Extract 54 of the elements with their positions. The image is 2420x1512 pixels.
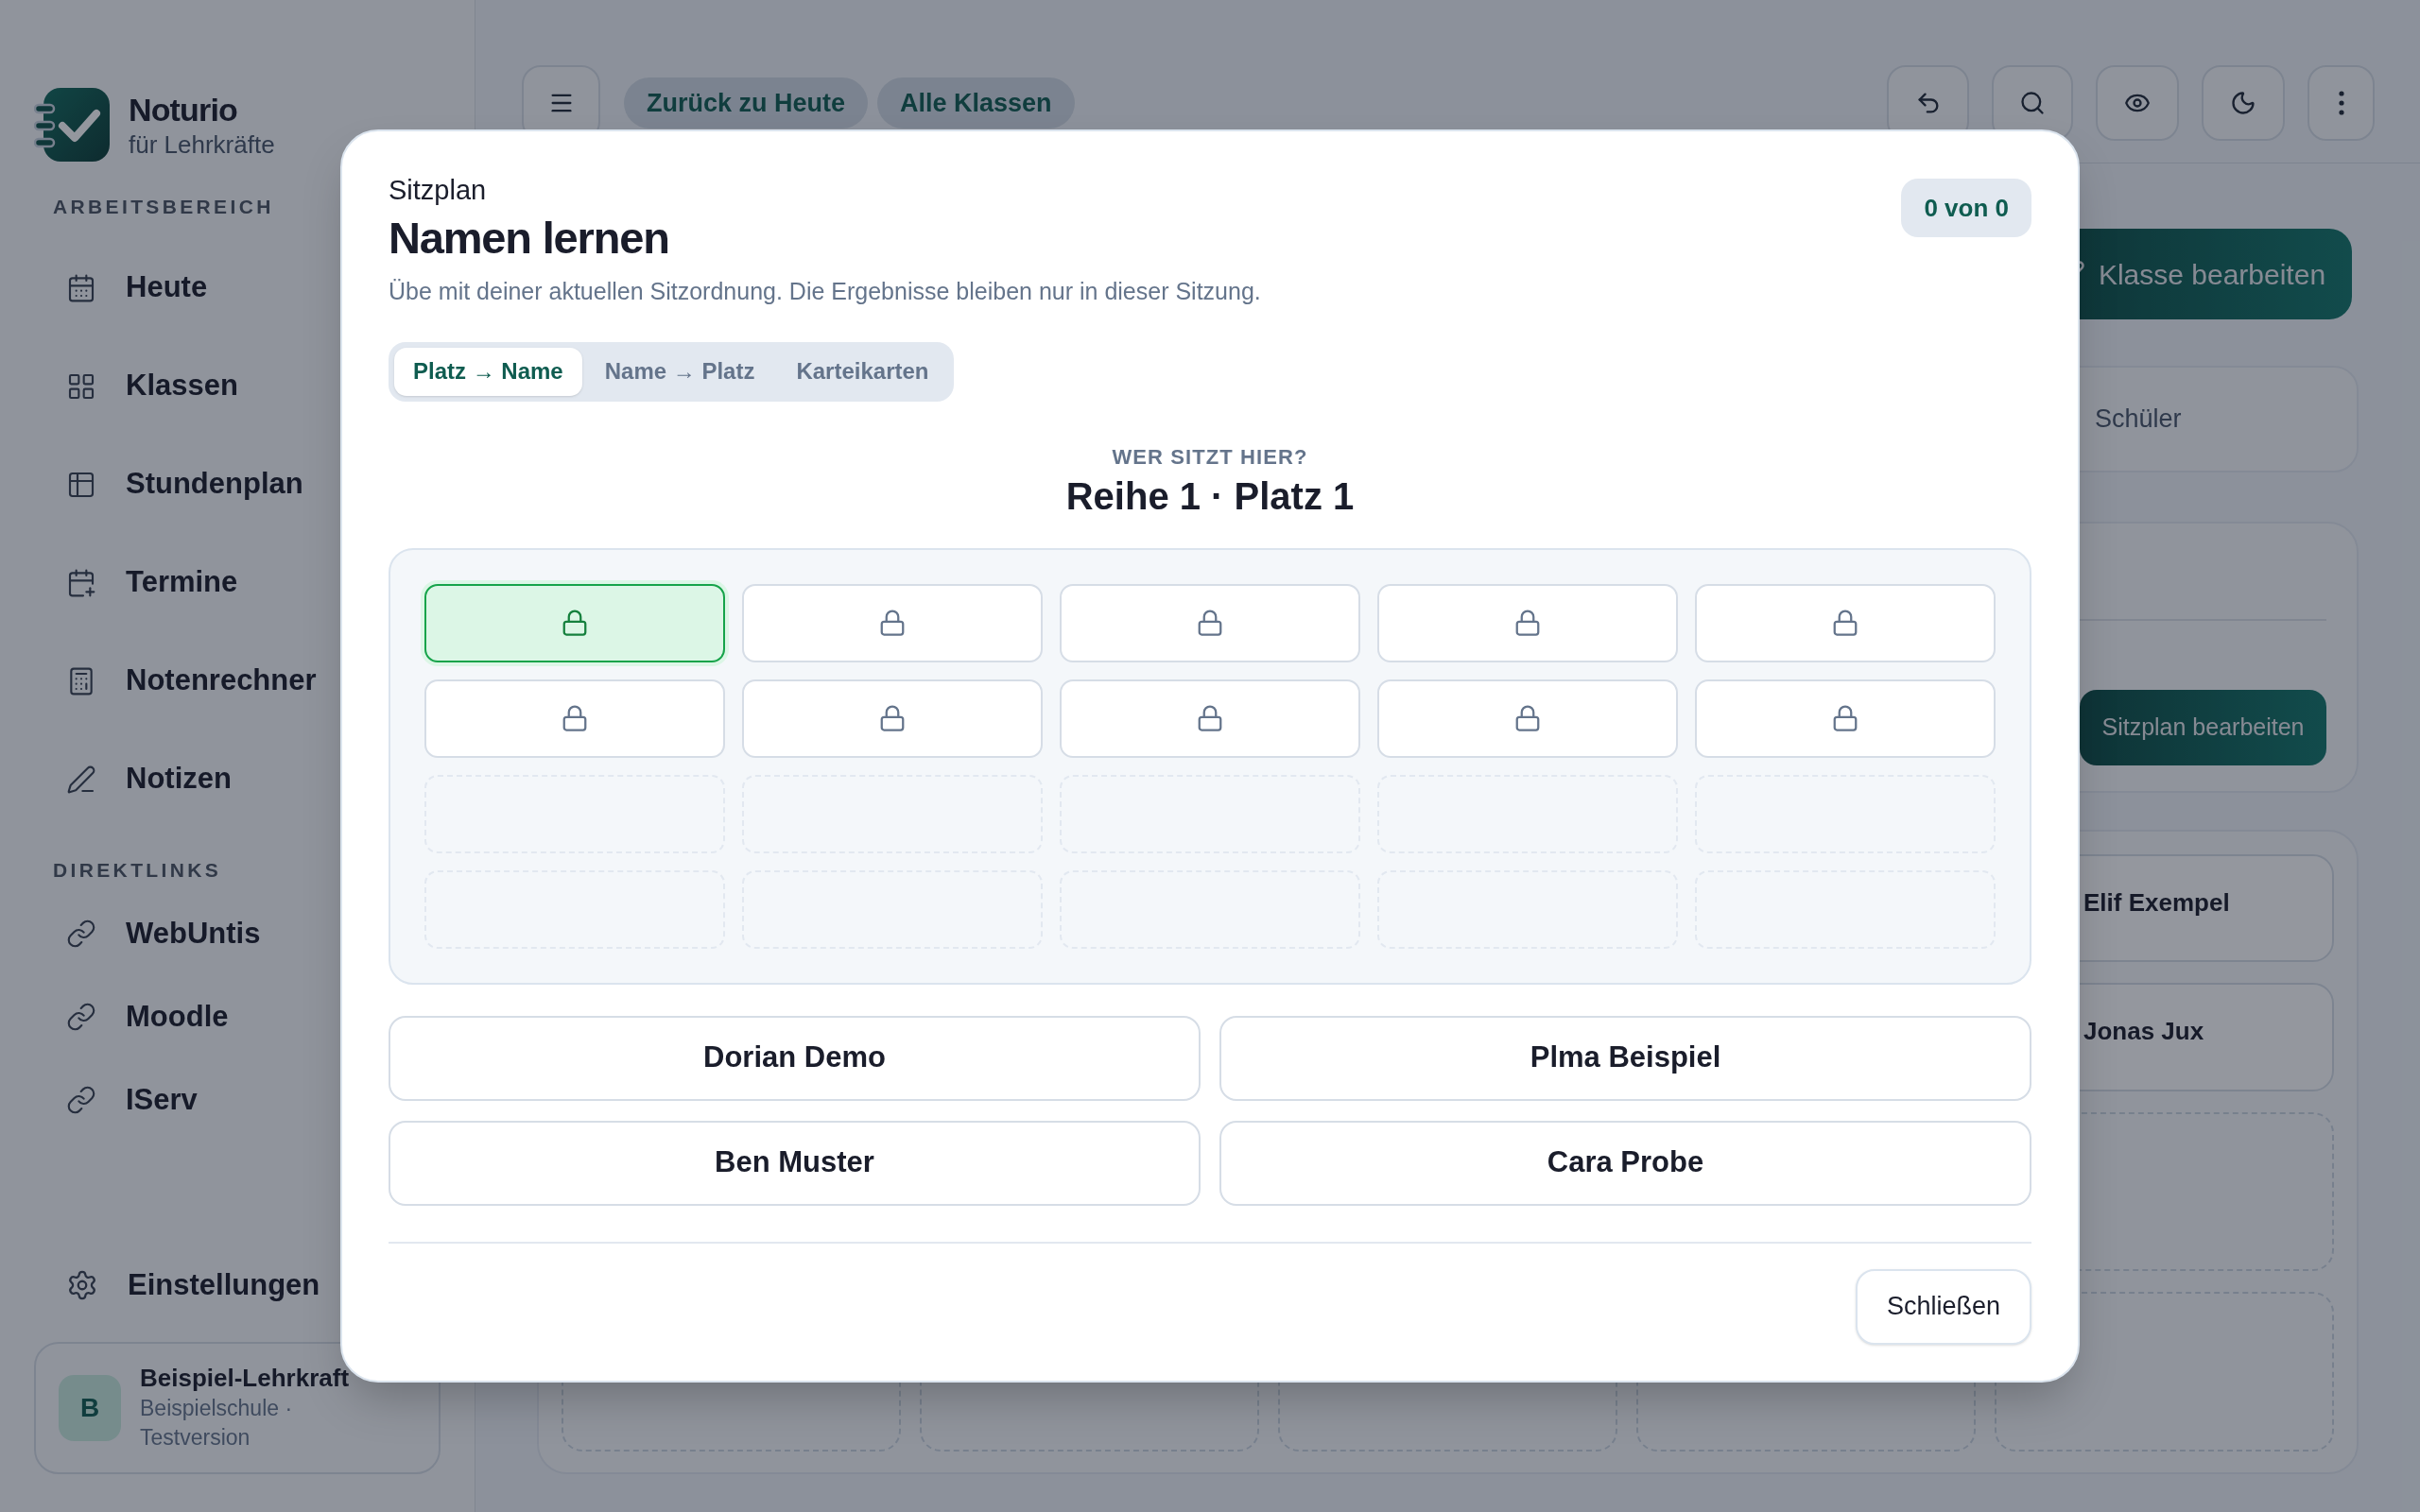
calendar-icon: [66, 272, 96, 303]
brand-tagline: für Lehrkräfte: [129, 129, 275, 161]
more-icon: [2338, 91, 2344, 115]
nav-item[interactable]: Notizen: [34, 741, 441, 817]
nav-item[interactable]: Notenrechner: [34, 643, 441, 719]
seat-label: Reihe 1 · Platz 1: [1065, 473, 1355, 519]
dialog-title: Namen lernen: [389, 212, 670, 266]
nav-pill[interactable]: Zurück zu Heute: [624, 77, 869, 129]
tab-label[interactable]: Schüler: [2095, 400, 2338, 438]
answer-button[interactable]: Cara Probe: [1219, 1120, 2031, 1206]
dialog-eyebrow: Sitzplan: [389, 174, 488, 207]
mode-tab[interactable]: Karteikarten: [777, 347, 948, 396]
nav-item[interactable]: Einstellungen: [34, 1251, 441, 1319]
lock-icon: [561, 704, 589, 732]
user-name: Beispiel-Lehrkraft: [140, 1363, 351, 1394]
brand-name: Noturio: [129, 90, 238, 129]
logo-icon: [34, 88, 110, 162]
score-badge: 0 von 0: [1901, 179, 2031, 237]
link-icon: [66, 919, 96, 949]
search-icon: [2019, 90, 2046, 116]
lock-icon: [1196, 704, 1224, 732]
user-card[interactable]: B Beispiel-Lehrkraft Beispielschule · Testversion: [34, 1342, 441, 1474]
pen-icon: [66, 764, 96, 795]
link-icon: [66, 1002, 96, 1032]
moon-icon: [2230, 90, 2256, 116]
lock-icon: [561, 609, 589, 637]
prompt-label: WER SITZT HIER?: [1112, 443, 1308, 471]
settings-icon: [66, 1269, 98, 1301]
user-detail: Beispielschule · Testversion: [140, 1394, 294, 1452]
section-heading: DIREKTLINKS: [52, 857, 223, 883]
close-button[interactable]: Schließen: [1856, 1268, 2031, 1345]
mode-tab[interactable]: Platz → Name: [394, 347, 582, 396]
lock-icon: [1831, 609, 1859, 637]
answer-button[interactable]: Ben Muster: [389, 1120, 1201, 1206]
dialog-description: Übe mit deiner aktuellen Sitzordnung. Die Ergebnisse bleiben nur in dieser Sitzung.: [389, 277, 1261, 306]
edit-seating-button[interactable]: Sitzplan bearbeiten: [2080, 690, 2326, 765]
lock-icon: [1513, 704, 1542, 732]
lock-icon: [1513, 609, 1542, 637]
nav-item[interactable]: Stundenplan: [34, 446, 441, 523]
lock-icon: [878, 704, 907, 732]
calendar-plus-icon: [66, 567, 96, 598]
lock-icon: [1831, 704, 1859, 732]
user-avatar: B: [59, 1375, 121, 1441]
lock-icon: [1196, 609, 1224, 637]
mode-tab[interactable]: Name → Platz: [585, 347, 774, 396]
nav-pill[interactable]: Alle Klassen: [877, 77, 1075, 129]
nav-item[interactable]: WebUntis: [34, 900, 441, 968]
answer-button[interactable]: Plma Beispiel: [1219, 1015, 2031, 1101]
nav-item[interactable]: Termine: [34, 544, 441, 621]
lock-icon: [878, 609, 907, 637]
link-icon: [66, 1085, 96, 1115]
toolbar-button[interactable]: [2096, 65, 2179, 141]
answer-button[interactable]: Dorian Demo: [389, 1015, 1201, 1101]
toolbar-button[interactable]: [2202, 65, 2285, 141]
